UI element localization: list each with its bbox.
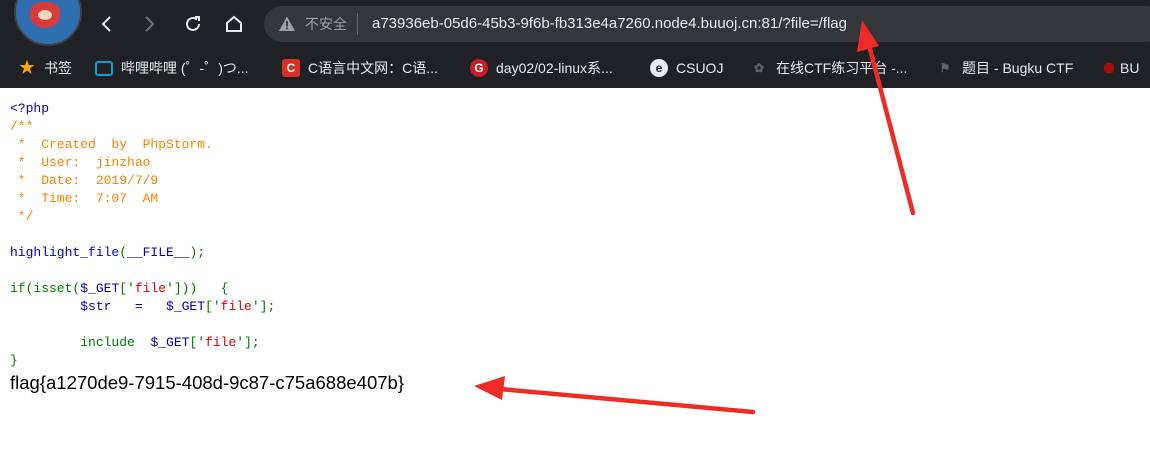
bookmark-label: CSUOJ [676,60,724,76]
bookmark-label: C语言中文网：C语... [308,60,438,76]
code-line: <?php [10,100,275,118]
back-button[interactable] [91,8,123,40]
code-token: include [10,335,151,350]
flag-output: flag{a1270de9-7915-408d-9c87-c75a688e407… [10,372,404,393]
bookmarks-bar: ★ 书签 哔哩哔哩 (゜-゜)つ... C C语言中文网：C语... G day… [0,48,1150,88]
code-token: ); [189,245,206,260]
gitee-icon: G [470,59,488,77]
code-line: highlight_file(__FILE__); [10,244,275,262]
url-text[interactable]: a73936eb-05d6-45b3-9f6b-fb313e4a7260.nod… [372,15,847,33]
bookmark-label: BU [1120,60,1140,76]
forward-arrow-icon [145,16,155,32]
csuoj-icon: e [650,59,668,77]
bookmark-label: day02/02-linux系... [496,60,613,76]
flag-arrow-shaft [497,386,756,415]
flag-icon: ⚑ [939,61,951,75]
bilibili-icon [95,60,113,76]
bookmark-bilibili[interactable]: 哔哩哔哩 (゜-゜)つ... [95,58,249,78]
code-token: * Date: 2019/7/9 [10,173,159,188]
code-token: file [205,335,237,350]
code-token: } [10,353,18,368]
code-token: highlight_file [10,245,120,260]
code-token: [' [189,335,206,350]
code-token: $_GET [80,281,120,296]
home-icon [226,15,242,32]
bookmark-label: 哔哩哔哩 (゜-゜)つ... [121,60,249,76]
code-line: */ [10,208,275,226]
code-line: * Created by PhpStorm. [10,136,275,154]
bookmark-bugku[interactable]: ⚑ 题目 - Bugku CTF [936,58,1074,78]
home-button[interactable] [218,8,250,40]
bookmark-buu[interactable]: BU [1104,58,1139,78]
php-source-code: <?php /** * Created by PhpStorm. * User: … [10,100,275,370]
code-token: [' [205,299,221,314]
code-line: $str = $_GET['file']; [10,298,275,316]
code-token: */ [10,209,34,224]
code-token: __FILE__ [127,245,190,260]
code-line: * Date: 2019/7/9 [10,172,275,190]
star-icon: ★ [19,58,35,77]
code-line: * User: jinzhao [10,154,275,172]
bookmark-csuoj[interactable]: e CSUOJ [650,58,723,78]
code-token: file [220,299,252,314]
reload-icon [186,16,200,31]
code-line: include $_GET['file']; [10,334,275,352]
back-arrow-icon [101,16,111,32]
ctf-icon: ✿ [753,61,765,75]
c-icon: C [282,59,300,77]
code-token: /** [10,119,34,134]
code-token: isset [33,281,73,296]
forward-button[interactable] [133,8,165,40]
bookmark-gitee[interactable]: G day02/02-linux系... [470,58,613,78]
code-token: '])) { [166,281,229,296]
security-label[interactable]: 不安全 [305,15,347,33]
bookmark-label: 题目 - Bugku CTF [962,60,1074,76]
code-line: } [10,352,275,370]
code-token: if( [10,281,34,296]
browser-chrome: 不安全 a73936eb-05d6-45b3-9f6b-fb313e4a7260… [0,0,1150,88]
code-line: * Time: 7:07 AM [10,190,275,208]
profile-avatar[interactable] [14,0,82,46]
code-token: file [134,281,167,296]
avatar-face [38,10,52,20]
bookmark-label: 书签 [44,60,72,76]
code-token: $str = $_GET [10,299,206,314]
code-token: * Time: 7:07 AM [10,191,159,206]
bookmark-bookmarks[interactable]: ★ 书签 [18,58,72,78]
code-token: <?php [10,101,50,116]
buu-icon [1104,63,1114,73]
reload-button[interactable] [177,8,209,40]
code-line: /** [10,118,275,136]
flag-arrow-head [474,376,505,400]
code-token: [' [119,281,135,296]
code-token: ( [119,245,128,260]
bookmark-label: 在线CTF练习平台 -... [776,60,908,76]
code-token: $_GET [150,335,190,350]
address-divider [357,13,358,35]
bookmark-c-language[interactable]: C C语言中文网：C语... [282,58,438,78]
code-line: if(isset($_GET['file'])) { [10,280,275,298]
bookmark-online-ctf[interactable]: ✿ 在线CTF练习平台 -... [750,58,907,78]
warning-icon[interactable] [278,15,296,33]
code-token: * Created by PhpStorm. [10,137,213,152]
code-token: ']; [251,299,276,314]
code-token: * User: jinzhao [10,155,151,170]
code-token: ']; [236,335,260,350]
